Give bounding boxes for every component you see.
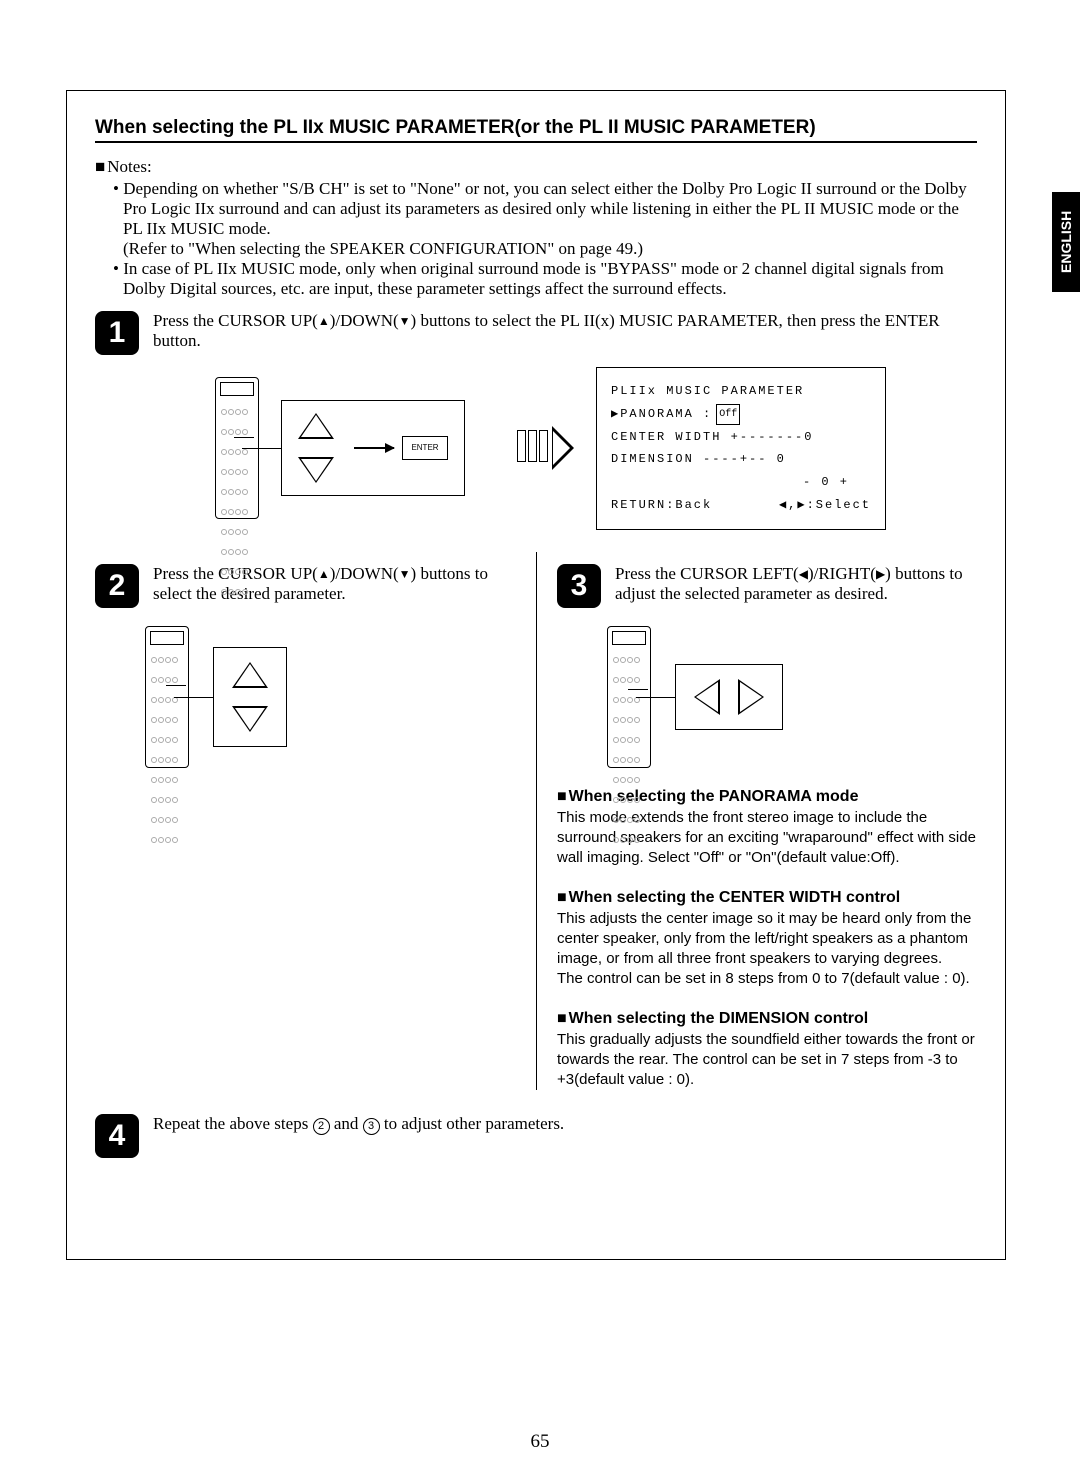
cursor-right-icon (738, 679, 764, 715)
column-left: 2 Press the CURSOR UP(▲)/DOWN(▼) buttons… (95, 552, 536, 1091)
center-width-text: This adjusts the center image so it may … (557, 909, 977, 990)
circled-2-icon: 2 (313, 1118, 330, 1135)
step-badge-3: 3 (557, 564, 601, 608)
step-1-text: Press the CURSOR UP(▲)/DOWN(▼) buttons t… (153, 311, 977, 351)
step-3: 3 Press the CURSOR LEFT(◀)/RIGHT(▶) butt… (557, 564, 977, 608)
step-3-text: Press the CURSOR LEFT(◀)/RIGHT(▶) button… (615, 564, 977, 604)
left-icon: ◀ (799, 567, 808, 582)
section-title-wrap: When selecting the PL IIx MUSIC PARAMETE… (95, 117, 977, 143)
notes-block: Notes: Depending on whether "S/B CH" is … (95, 157, 977, 299)
button-callout (675, 664, 783, 730)
step-badge-4: 4 (95, 1114, 139, 1158)
button-callout: ENTER (281, 400, 465, 496)
step-4-text: Repeat the above steps 2 and 3 to adjust… (153, 1114, 977, 1135)
cursor-down-icon (232, 706, 268, 732)
note-item: In case of PL IIx MUSIC mode, only when … (113, 259, 977, 299)
leads-to-arrow-icon (517, 426, 574, 470)
step-4: 4 Repeat the above steps 2 and 3 to adju… (95, 1114, 977, 1158)
step-3-diagram (607, 626, 977, 768)
step-1-diagram: ENTER PLIIx MUSIC PARAMETER ▶PANORAMA : … (215, 367, 977, 530)
right-icon: ▶ (876, 567, 885, 582)
down-icon: ▼ (399, 314, 411, 329)
dimension-section: When selecting the DIMENSION control Thi… (557, 1010, 977, 1091)
step-1: 1 Press the CURSOR UP(▲)/DOWN(▼) buttons… (95, 311, 977, 355)
column-right: 3 Press the CURSOR LEFT(◀)/RIGHT(▶) butt… (536, 552, 977, 1091)
dimension-heading: When selecting the DIMENSION control (557, 1010, 977, 1028)
page: ENGLISH When selecting the PL IIx MUSIC … (0, 0, 1080, 1479)
step-2: 2 Press the CURSOR UP(▲)/DOWN(▼) buttons… (95, 564, 516, 608)
down-icon: ▼ (399, 567, 411, 582)
cursor-down-icon (298, 457, 334, 483)
arrow-icon (354, 447, 394, 449)
step-badge-1: 1 (95, 311, 139, 355)
step-2-text: Press the CURSOR UP(▲)/DOWN(▼) buttons t… (153, 564, 516, 604)
osd-off-badge: Off (716, 404, 740, 425)
steps-2-3-columns: 2 Press the CURSOR UP(▲)/DOWN(▼) buttons… (95, 552, 977, 1091)
notes-heading: Notes: (95, 157, 977, 177)
up-icon: ▲ (318, 314, 330, 329)
section-title: When selecting the PL IIx MUSIC PARAMETE… (95, 117, 816, 138)
button-callout (213, 647, 287, 747)
note-item: Depending on whether "S/B CH" is set to … (113, 179, 977, 259)
enter-button-illustration: ENTER (402, 436, 448, 460)
cursor-left-icon (694, 679, 720, 715)
dimension-text: This gradually adjusts the soundfield ei… (557, 1030, 977, 1091)
page-number: 65 (0, 1431, 1080, 1453)
content-frame: When selecting the PL IIx MUSIC PARAMETE… (66, 90, 1006, 1260)
language-tab: ENGLISH (1052, 192, 1080, 292)
osd-screen: PLIIx MUSIC PARAMETER ▶PANORAMA : Off CE… (596, 367, 886, 530)
up-icon: ▲ (318, 567, 330, 582)
cursor-up-icon (232, 662, 268, 688)
step-badge-2: 2 (95, 564, 139, 608)
osd-title: PLIIx MUSIC PARAMETER (611, 380, 871, 403)
center-width-heading: When selecting the CENTER WIDTH control (557, 889, 977, 907)
step-2-diagram (145, 626, 516, 768)
circled-3-icon: 3 (363, 1118, 380, 1135)
cursor-up-icon (298, 413, 334, 439)
center-width-section: When selecting the CENTER WIDTH control … (557, 889, 977, 990)
